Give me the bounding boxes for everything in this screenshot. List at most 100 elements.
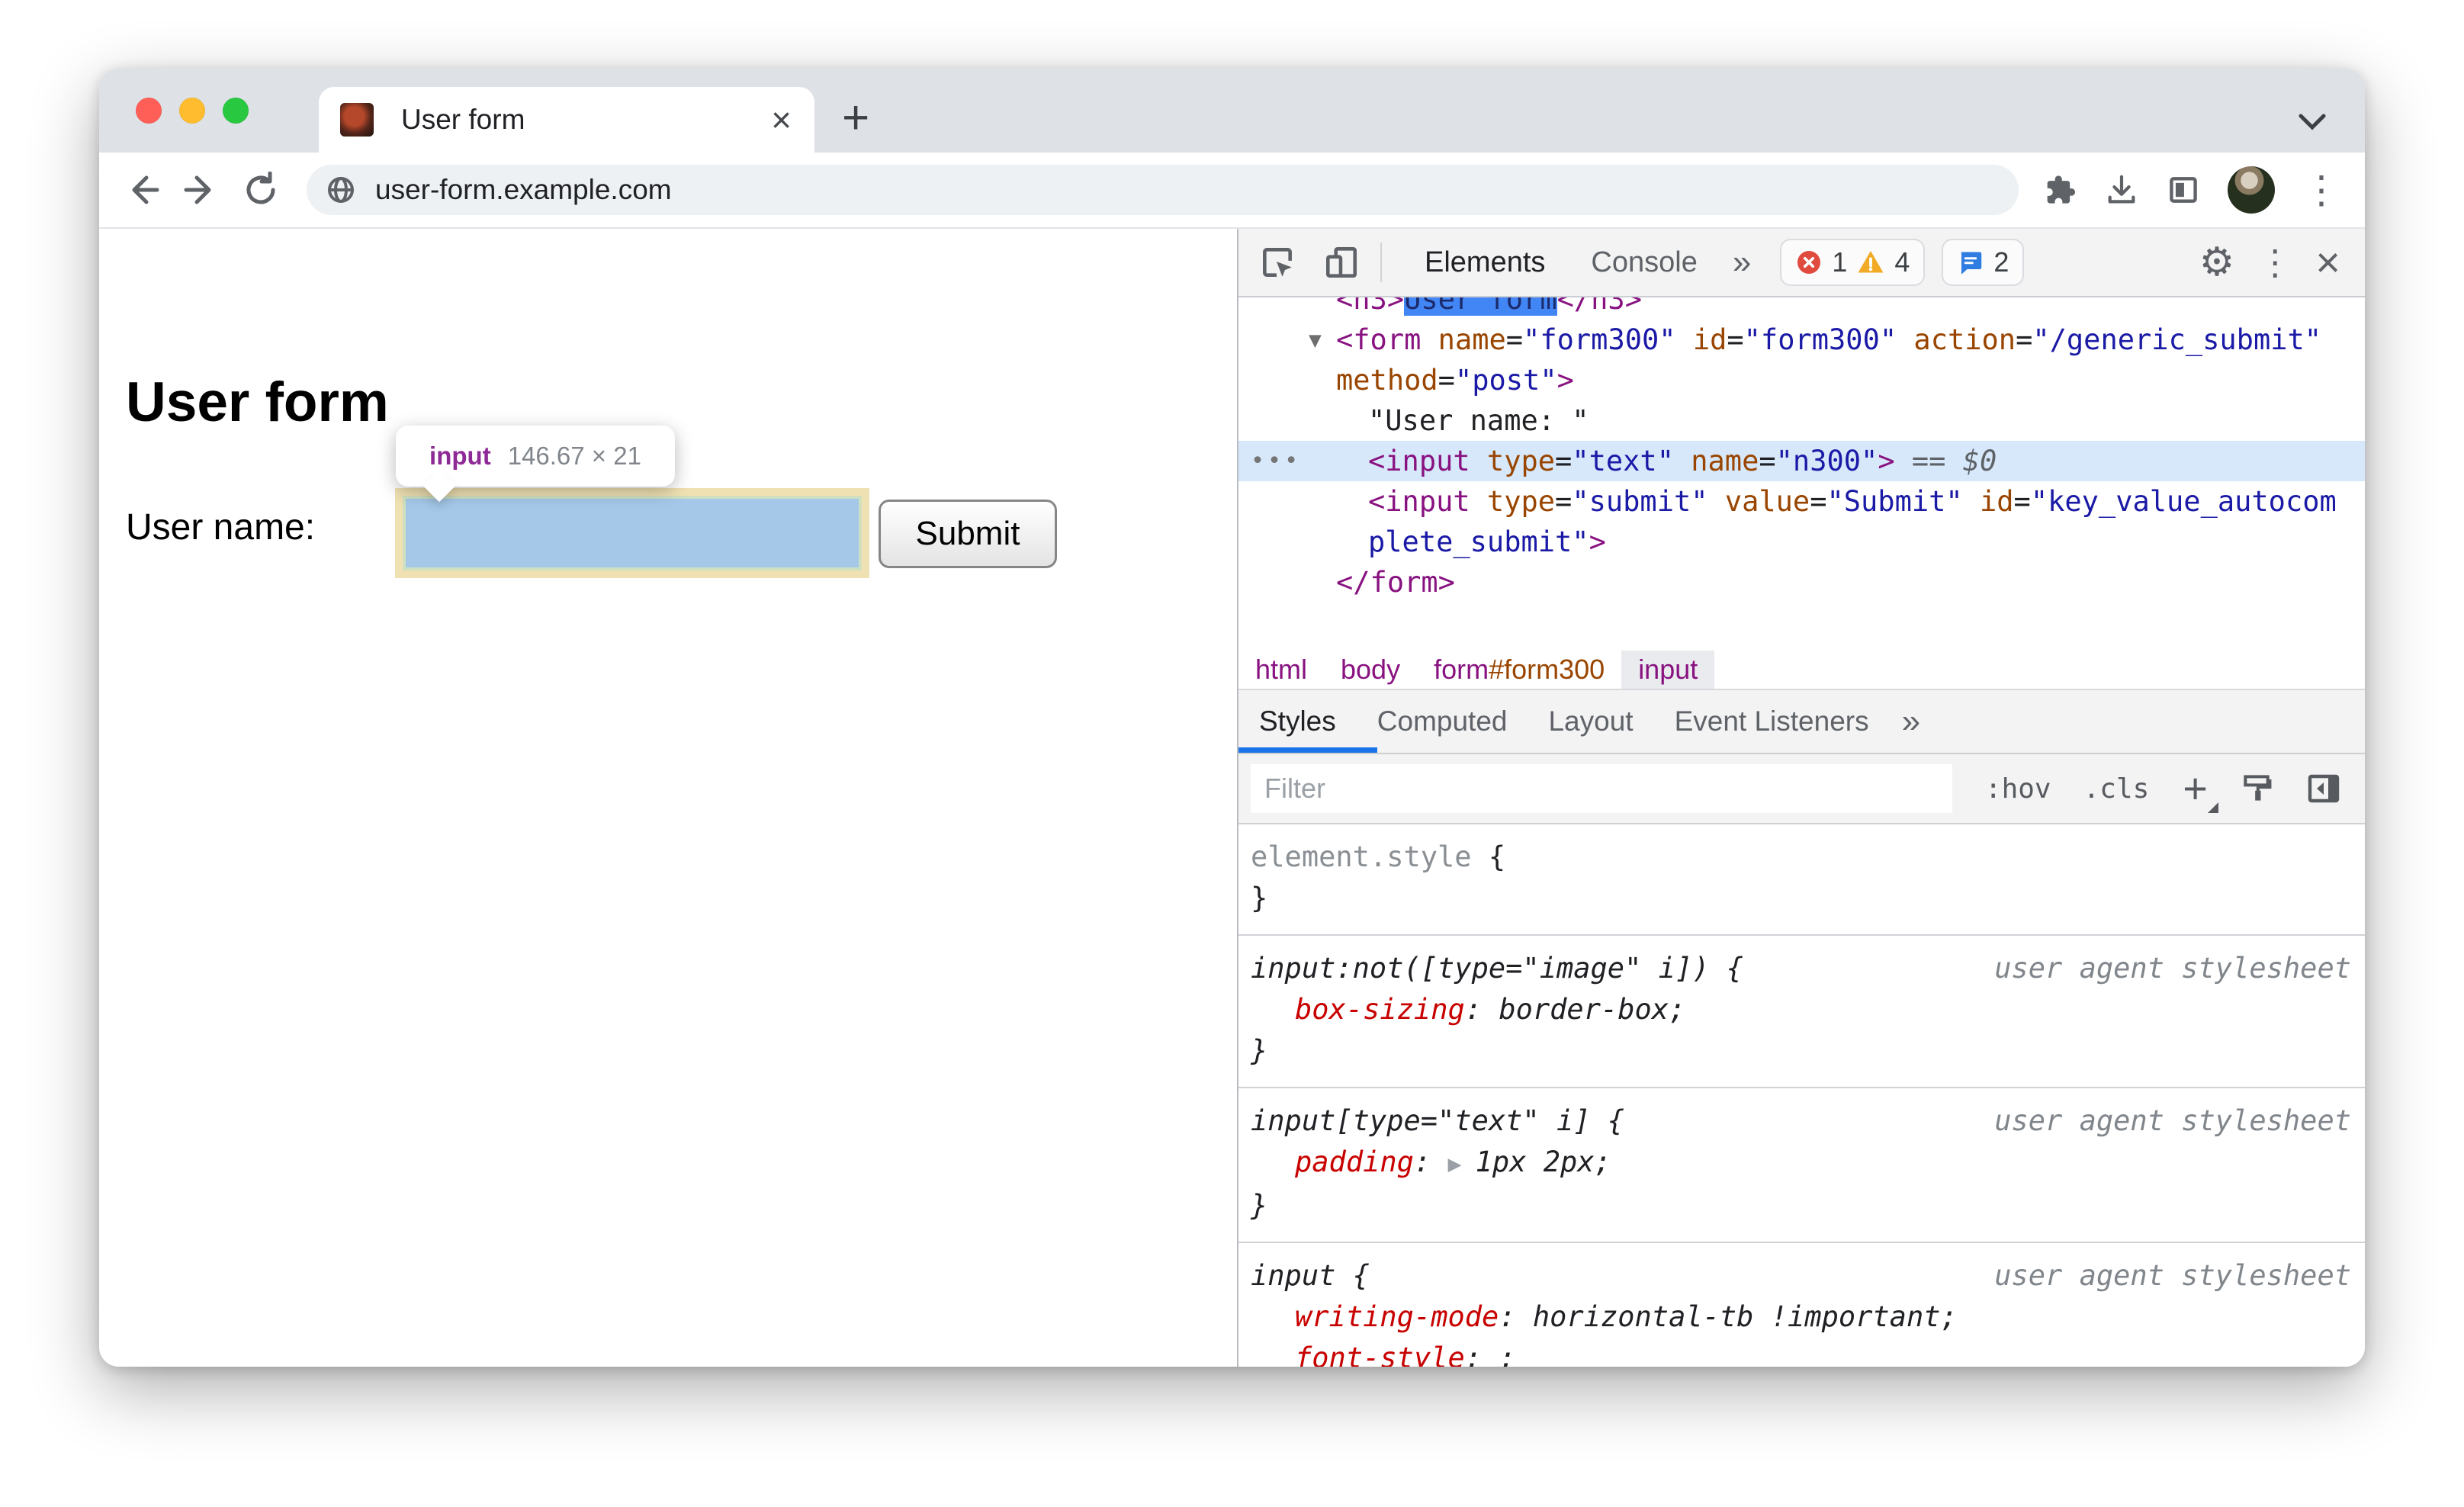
warning-count: 4 [1894,246,1910,278]
side-panel-icon[interactable] [2167,173,2200,207]
errors-warnings-badge[interactable]: 1 4 [1780,239,1926,286]
back-icon[interactable] [124,172,160,208]
code-token: User form [1404,297,1557,316]
expander-arrow-icon[interactable]: ▼ [1309,320,1322,360]
device-toolbar-icon[interactable] [1322,243,1361,281]
code-token: </h3> [1556,297,1642,316]
address-bar[interactable]: user-form.example.com [307,165,2019,215]
styles-filter-row: :hov .cls + [1238,754,2365,824]
code-token: = [1555,485,1573,518]
toolbar-right: ⋮ [2042,166,2340,214]
toggle-class-button[interactable]: .cls [2083,773,2150,805]
tab-layout[interactable]: Layout [1528,705,1653,737]
css-property[interactable]: font-style: ; [1238,1338,2365,1367]
dom-row-gutter-dots[interactable]: ••• [1251,441,1301,481]
code-token: </form> [1336,566,1455,599]
dom-tree-row[interactable]: ••• <input type="text" name="n300"> == $0 [1238,441,2365,481]
dock-sidebar-icon[interactable] [2305,770,2342,807]
tab-strip: User form × + [99,69,2365,153]
window-controls [99,69,249,153]
username-input[interactable] [395,488,869,578]
issues-badge[interactable]: 2 [1942,239,2025,286]
breadcrumb-item[interactable]: html [1238,651,1324,689]
browser-window: User form × + user-form.example.com ⋮ Us… [99,69,2365,1367]
devtools-close-icon[interactable]: × [2315,241,2340,284]
code-token: <input [1368,445,1470,477]
style-rule-section[interactable]: input:not([type="image" i]) {user agent … [1238,936,2365,1088]
code-token: = [2016,323,2033,356]
rule-selector: input [1251,1259,1336,1292]
breadcrumb-part: input [1638,654,1698,685]
close-window-button[interactable] [136,98,162,124]
window-content: User form input 146.67 × 21 User name: S… [99,229,2365,1367]
site-globe-icon [328,177,354,203]
url-text[interactable]: user-form.example.com [375,174,672,206]
tab-elements[interactable]: Elements [1425,246,1545,279]
breadcrumb-item[interactable]: body [1324,651,1417,689]
dom-tree-row[interactable]: ▼ <form name="form300" id="form300" actio… [1238,320,2365,360]
property-name: font-style [1295,1342,1465,1367]
extensions-puzzle-icon[interactable] [2042,172,2077,207]
new-style-rule-button[interactable]: + [2183,767,2218,813]
more-panel-tabs-chevrons-icon[interactable]: » [1902,702,1920,741]
style-rule-section[interactable]: input[type="text" i] {user agent stylesh… [1238,1088,2365,1243]
code-token: "key_value_autocom [2030,485,2337,518]
reload-icon[interactable] [243,172,279,208]
property-name: box-sizing [1295,993,1465,1026]
style-rule-section[interactable]: element.style {} [1238,824,2365,936]
browser-menu-kebab-icon[interactable]: ⋮ [2302,171,2340,209]
expand-shorthand-icon[interactable]: ▶ [1448,1151,1476,1178]
tab-search-chevron-icon[interactable] [2296,110,2328,133]
forward-icon[interactable] [183,172,220,208]
dom-tree-row[interactable]: plete_submit"> [1238,522,2365,562]
inspect-element-icon[interactable] [1258,243,1296,281]
code-token: = [1438,364,1455,397]
new-tab-button[interactable]: + [842,95,869,142]
style-rule-section[interactable]: input {user agent stylesheet writing-mode… [1238,1243,2365,1367]
profile-avatar[interactable] [2228,166,2275,214]
devtools-toolbar: Elements Console » 1 4 2 ⚙ ⋮ × [1238,229,2365,297]
code-token: name [1673,445,1759,477]
download-icon[interactable] [2104,172,2139,207]
dom-tree-row[interactable]: <input type="submit" value="Submit" id="… [1238,481,2365,522]
css-property[interactable]: box-sizing: border-box; [1238,989,2365,1030]
dom-tree-row[interactable]: <h3>User form</h3> [1238,297,2365,320]
breadcrumb: html body form #form300 input [1238,651,2365,690]
tab-close-icon[interactable]: × [771,102,792,137]
code-token: value [1707,485,1810,518]
code-token: "submit" [1572,485,1708,518]
code-token: type [1470,485,1556,518]
rule-close-brace: } [1251,882,1268,914]
styles-filter-input[interactable] [1251,764,1952,813]
breadcrumb-part: body [1341,654,1401,685]
error-icon [1797,251,1821,274]
dom-tree-row[interactable]: </form> [1238,562,2365,602]
style-editor-brush-icon[interactable] [2240,772,2273,805]
rule-close-brace: } [1251,1034,1268,1067]
dom-tree-row[interactable]: "User name: " [1238,400,2365,441]
toggle-hover-state-button[interactable]: :hov [1985,773,2051,805]
devtools-menu-kebab-icon[interactable]: ⋮ [2257,245,2292,280]
css-property[interactable]: padding: ▶ 1px 2px; [1238,1142,2365,1185]
tab-event-listeners[interactable]: Event Listeners [1654,705,1890,737]
more-tabs-chevrons-icon[interactable]: » [1733,243,1751,281]
tab-computed[interactable]: Computed [1357,705,1528,737]
code-token: "Submit" [1826,485,1963,518]
submit-button[interactable]: Submit [879,500,1057,568]
dom-tree-row[interactable]: method="post"> [1238,360,2365,400]
settings-gear-icon[interactable]: ⚙ [2199,243,2235,282]
breadcrumb-item[interactable]: form #form300 [1417,651,1621,689]
code-token: id [1962,485,2014,518]
page-title: User form [126,371,389,433]
tab-console[interactable]: Console [1591,246,1697,279]
code-token: name [1421,323,1506,356]
css-property[interactable]: writing-mode: horizontal-tb !important; [1238,1297,2365,1338]
zoom-window-button[interactable] [223,98,249,124]
minimize-window-button[interactable] [179,98,205,124]
tab-styles[interactable]: Styles [1238,705,1357,737]
code-token: <input [1368,485,1470,518]
warning-icon [1858,251,1884,273]
browser-tab[interactable]: User form × [319,87,814,153]
code-token: "/generic_submit" [2032,323,2322,356]
breadcrumb-item[interactable]: input [1621,651,1715,689]
